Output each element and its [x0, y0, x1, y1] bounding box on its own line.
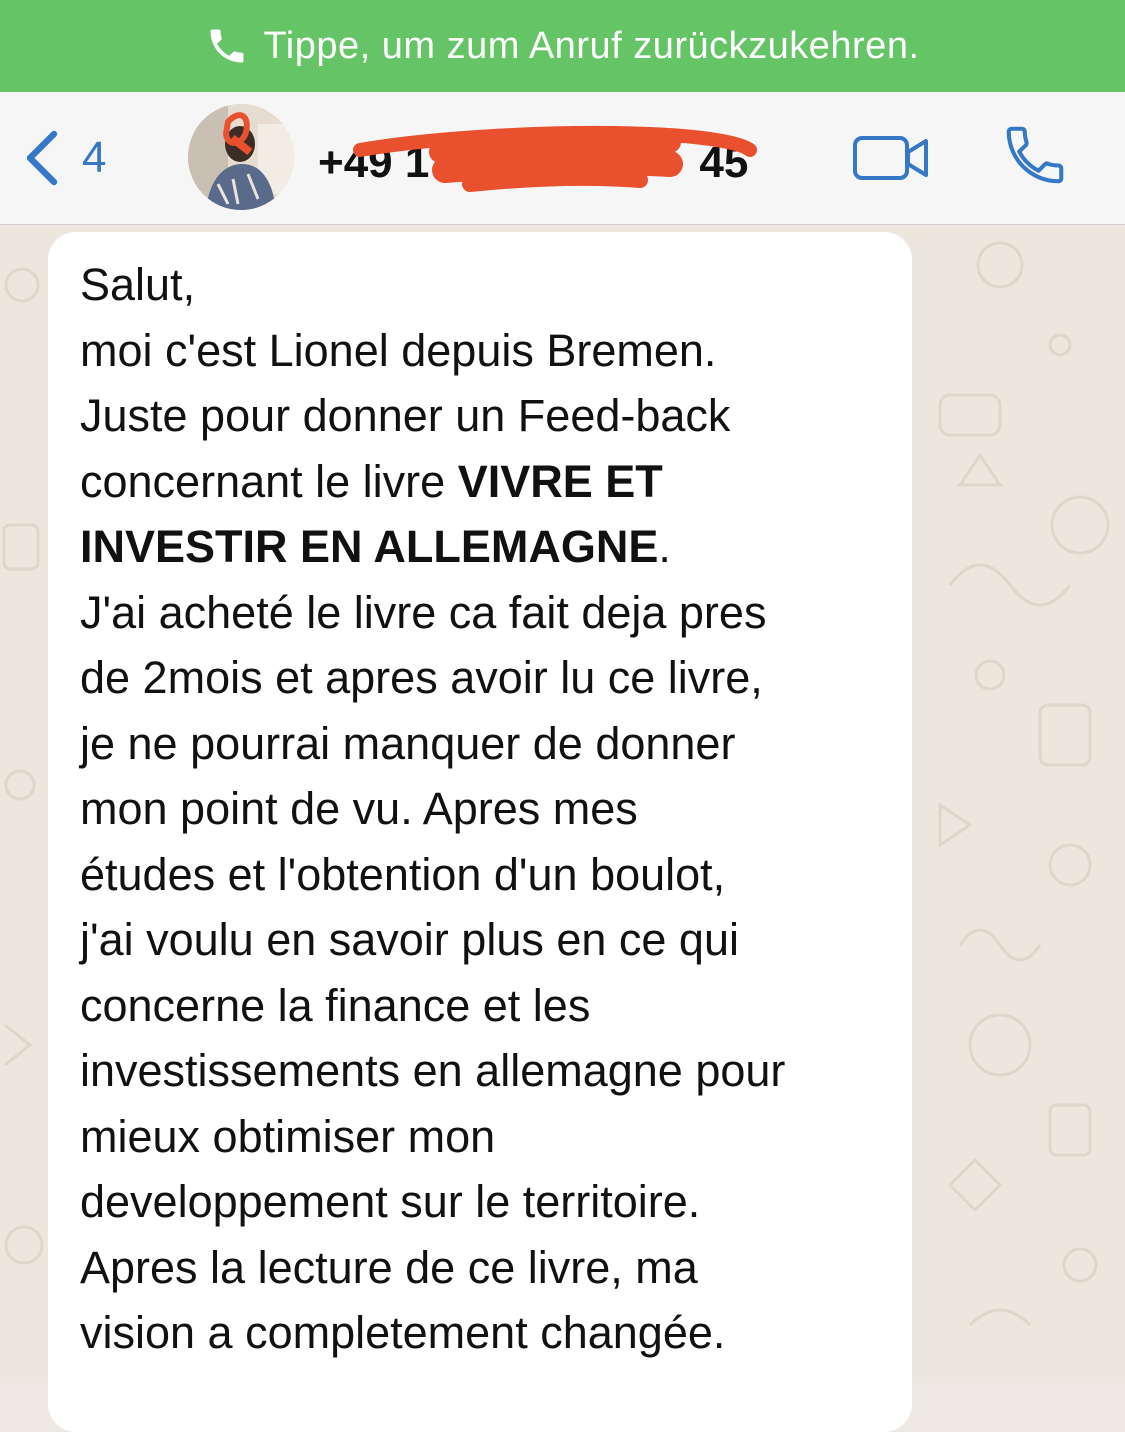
call-banner-text: Tippe, um zum Anruf zurückzukehren. [263, 24, 920, 67]
message-text: Salut, moi c'est Lionel depuis Bremen. J… [80, 259, 786, 1358]
book-title-part1: VIVRE ET [457, 455, 663, 507]
chat-header: 4 +49 1 45 [0, 92, 1125, 225]
phone-icon [1006, 126, 1064, 184]
voice-call-button[interactable] [1000, 120, 1070, 190]
video-call-button[interactable] [852, 128, 932, 188]
return-to-call-banner[interactable]: Tippe, um zum Anruf zurückzukehren. [0, 0, 1125, 92]
message-bubble[interactable]: Salut, moi c'est Lionel depuis Bremen. J… [48, 232, 912, 1432]
unread-count: 4 [82, 133, 107, 182]
phone-icon [205, 24, 249, 68]
chevron-left-icon [26, 130, 58, 186]
book-title-part2: INVESTIR EN ALLEMAGNE [80, 521, 659, 572]
back-button[interactable]: 4 [22, 128, 106, 188]
redaction-scribble [353, 125, 757, 192]
video-camera-icon [853, 136, 928, 180]
avatar[interactable] [188, 104, 294, 210]
